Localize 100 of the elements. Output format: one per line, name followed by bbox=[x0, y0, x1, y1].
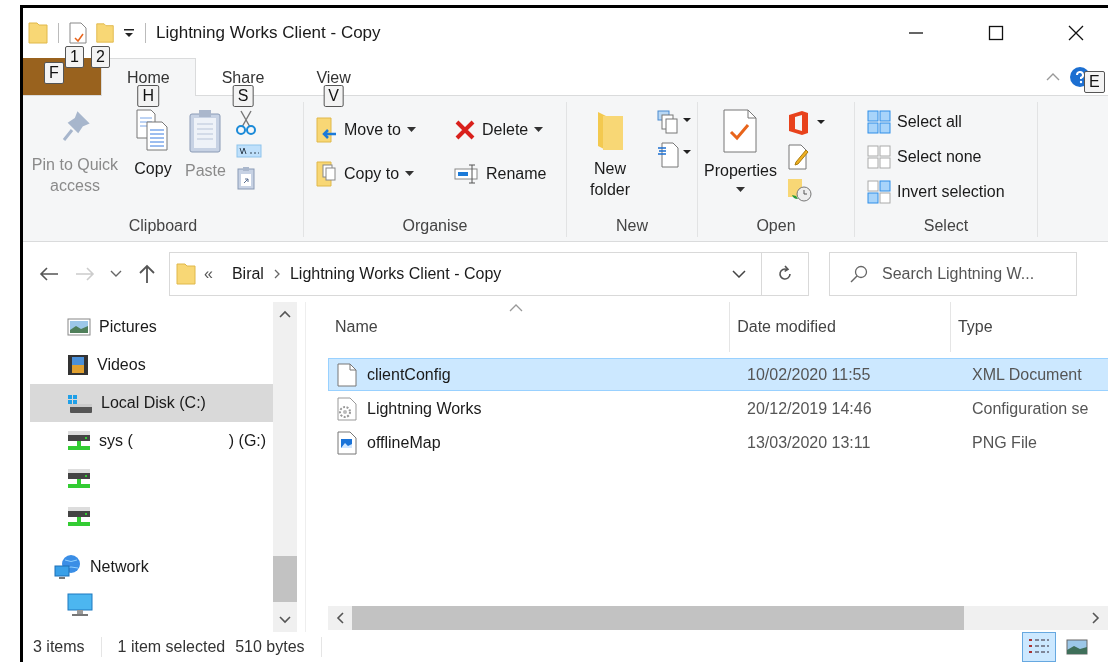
copy-path-icon[interactable] bbox=[235, 144, 262, 158]
customize-toolbar-icon[interactable] bbox=[123, 27, 135, 39]
group-label: Clipboard bbox=[127, 217, 199, 236]
breadcrumb[interactable]: Lightning Works Client - Copy bbox=[289, 264, 502, 283]
group-label: Organise bbox=[401, 217, 469, 236]
breadcrumb-overflow[interactable]: « bbox=[204, 264, 213, 283]
grid-icon bbox=[867, 180, 891, 204]
rename-icon bbox=[454, 163, 480, 185]
office-icon[interactable] bbox=[786, 110, 827, 136]
dropdown-arrow-icon bbox=[735, 187, 745, 193]
breadcrumb[interactable]: Biral bbox=[231, 264, 264, 283]
selection-size: 510 bytes bbox=[235, 638, 305, 656]
file-icon bbox=[337, 362, 357, 387]
copy-to-button[interactable]: Copy to bbox=[314, 158, 417, 190]
film-icon bbox=[67, 354, 89, 376]
scroll-up-icon[interactable] bbox=[279, 310, 291, 318]
paste-shortcut-icon[interactable] bbox=[235, 166, 256, 190]
scroll-down-icon[interactable] bbox=[279, 616, 291, 624]
scrollbar[interactable] bbox=[328, 606, 1108, 630]
back-icon[interactable] bbox=[39, 265, 59, 282]
invert-selection-button[interactable]: Invert selection bbox=[865, 176, 1007, 208]
type-cell: XML Document bbox=[972, 365, 1082, 384]
rename-button[interactable]: Rename bbox=[452, 158, 549, 190]
network-drive-icon bbox=[67, 430, 91, 452]
scrollbar[interactable] bbox=[273, 302, 297, 632]
date-cell: 10/02/2020 11:55 bbox=[747, 365, 871, 384]
properties-icon[interactable] bbox=[69, 22, 87, 44]
keytip: E bbox=[1084, 71, 1105, 93]
properties-button[interactable]: Properties bbox=[698, 104, 783, 197]
new-item-icon[interactable] bbox=[657, 110, 693, 134]
window-title: Lightning Works Client - Copy bbox=[156, 23, 381, 43]
folder-icon bbox=[28, 21, 48, 45]
checked-document-icon bbox=[722, 108, 759, 154]
scissors-icon[interactable] bbox=[235, 110, 256, 136]
collapse-ribbon-icon[interactable] bbox=[1046, 71, 1060, 82]
folder-copy-icon bbox=[316, 161, 338, 187]
cross-icon bbox=[454, 119, 476, 141]
keytip: F bbox=[44, 62, 64, 84]
new-folder-button[interactable]: New folder bbox=[567, 104, 653, 204]
dropdown-chevron-icon[interactable] bbox=[732, 269, 746, 278]
folder-icon bbox=[176, 260, 196, 287]
scroll-thumb[interactable] bbox=[273, 556, 297, 602]
column-header[interactable]: Date modified bbox=[730, 302, 951, 352]
dropdown-arrow-icon bbox=[534, 127, 544, 133]
nav-item[interactable]: Videos bbox=[30, 346, 273, 384]
history-icon[interactable] bbox=[786, 178, 813, 202]
keytip: S bbox=[232, 85, 254, 107]
delete-button[interactable]: Delete bbox=[452, 114, 546, 146]
easy-access-icon[interactable] bbox=[657, 142, 693, 168]
nav-item[interactable]: Network bbox=[30, 548, 273, 586]
move-to-button[interactable]: Move to bbox=[314, 114, 418, 146]
details-view-button[interactable] bbox=[1022, 632, 1056, 662]
file-name: clientConfig bbox=[367, 365, 451, 384]
group-label: New bbox=[615, 217, 649, 236]
image-file-icon bbox=[337, 430, 357, 455]
item-count: 3 items bbox=[33, 638, 85, 656]
drive-icon bbox=[67, 392, 93, 414]
nav-item[interactable]: sys ( ) (G:) bbox=[30, 422, 273, 460]
keytip: 1 bbox=[65, 46, 84, 68]
grid-icon bbox=[867, 145, 891, 169]
date-cell: 20/12/2019 14:46 bbox=[747, 399, 872, 418]
group-label: Open bbox=[755, 217, 797, 236]
settings-file-icon bbox=[337, 396, 357, 421]
search-field[interactable]: Search Lightning W... bbox=[829, 251, 1077, 296]
date-cell: 13/03/2020 13:11 bbox=[747, 433, 871, 452]
maximize-icon[interactable] bbox=[988, 25, 1004, 41]
file-row[interactable]: offlineMap 13/03/2020 13:11 PNG File bbox=[328, 426, 1108, 459]
file-row[interactable]: clientConfig 10/02/2020 11:55 XML Document bbox=[328, 358, 1108, 391]
column-header[interactable]: Type bbox=[950, 302, 1108, 352]
dropdown-arrow-icon bbox=[405, 171, 415, 177]
keytip: 2 bbox=[91, 46, 110, 68]
recent-locations-icon[interactable] bbox=[110, 269, 122, 278]
clipboard-icon bbox=[187, 108, 224, 154]
group-label: Select bbox=[922, 217, 970, 236]
select-all-button[interactable]: Select all bbox=[865, 106, 964, 138]
select-none-button[interactable]: Select none bbox=[865, 141, 984, 173]
file-name: Lightning Works bbox=[367, 399, 482, 418]
file-name: offlineMap bbox=[367, 433, 441, 452]
network-drive-icon bbox=[67, 468, 91, 490]
folder-arrow-icon bbox=[316, 117, 338, 143]
edit-icon[interactable] bbox=[786, 144, 811, 170]
image-icon bbox=[1066, 638, 1088, 656]
up-icon[interactable] bbox=[138, 263, 156, 284]
network-drive-icon bbox=[67, 506, 91, 528]
grid-icon bbox=[867, 110, 891, 134]
type-cell: PNG File bbox=[972, 433, 1037, 452]
keytip: H bbox=[137, 85, 160, 107]
address-bar[interactable]: « Biral Lightning Works Client - Copy bbox=[169, 251, 809, 296]
close-icon[interactable] bbox=[1068, 25, 1084, 41]
scroll-left-icon[interactable] bbox=[336, 612, 344, 624]
copy-button[interactable]: Copy bbox=[127, 104, 179, 183]
scroll-right-icon[interactable] bbox=[1092, 612, 1100, 624]
computer-icon bbox=[67, 593, 93, 617]
refresh-icon[interactable] bbox=[776, 264, 794, 283]
nav-item[interactable]: Local Disk (C:) bbox=[30, 384, 273, 422]
scroll-thumb[interactable] bbox=[352, 606, 964, 630]
nav-item[interactable]: Pictures bbox=[30, 308, 273, 346]
file-row[interactable]: Lightning Works 20/12/2019 14:46 Configuration se bbox=[328, 392, 1108, 425]
column-header[interactable]: Name bbox=[328, 302, 731, 352]
pictures-icon bbox=[67, 318, 91, 336]
